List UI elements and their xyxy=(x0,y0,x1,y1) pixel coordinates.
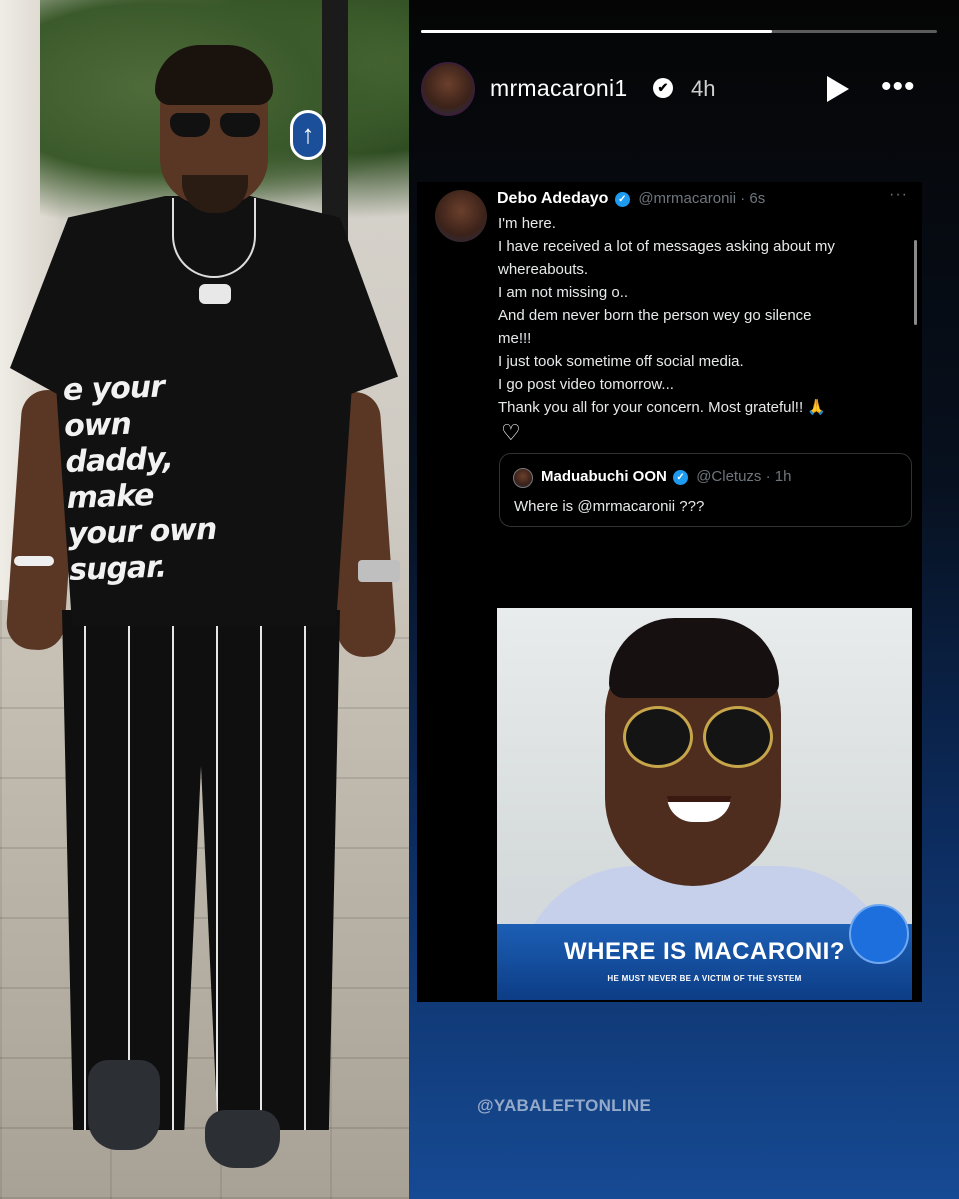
tweet-handle-time: @mrmacaronii · 6s xyxy=(638,190,766,207)
story-username[interactable]: mrmacaroni1 xyxy=(490,75,628,102)
necklace-pendant xyxy=(199,284,231,304)
shirt-line: own xyxy=(63,406,132,444)
story-progress-bar xyxy=(421,30,937,33)
quote-author-name: Maduabuchi OON xyxy=(541,468,667,485)
media-banner-subtitle: HE MUST NEVER BE A VICTIM OF THE SYSTEM xyxy=(607,974,802,983)
right-shoe xyxy=(205,1110,280,1168)
tweet-avatar xyxy=(435,190,487,242)
scrollbar xyxy=(914,240,917,325)
tweet-line: I have received a lot of messages asking… xyxy=(498,238,835,255)
tweet-line: whereabouts. xyxy=(498,261,589,278)
street-photo: ↑ e your own daddy, make your own sugar. xyxy=(0,0,409,1199)
shirt-line: sugar. xyxy=(68,549,167,588)
media-sunglasses xyxy=(623,706,773,768)
left-shoe xyxy=(88,1060,160,1150)
story-avatar[interactable] xyxy=(421,62,475,116)
tweet-line: I just took sometime off social media. xyxy=(498,353,744,370)
tweet-line: me!!! xyxy=(498,330,532,347)
tweet-author-name: Debo Adedayo xyxy=(497,190,609,207)
verified-check-icon: ✔ xyxy=(653,78,673,98)
person-hair xyxy=(155,45,273,105)
bracelet xyxy=(14,556,54,566)
quote-text: Where is @mrmacaronii ??? xyxy=(514,498,705,515)
tweet-author: Debo Adedayo ✓ @mrmacaronii · 6s xyxy=(497,190,765,208)
play-icon[interactable] xyxy=(827,76,849,102)
shirt-line: e your xyxy=(62,369,165,409)
shirt-print-text: e your own daddy, make your own sugar. xyxy=(62,367,239,589)
story-header: mrmacaroni1 ✔ 4h ••• xyxy=(421,58,937,118)
media-logo-badge-icon xyxy=(849,904,909,964)
quote-handle-time: @Cletuzs · 1h xyxy=(696,468,792,485)
quote-author: Maduabuchi OON ✓ @Cletuzs · 1h xyxy=(541,468,791,485)
tweet-line: Thank you all for your concern. Most gra… xyxy=(498,399,826,416)
instagram-story: mrmacaroni1 ✔ 4h ••• Debo Adedayo ✓ @mrm… xyxy=(409,0,959,1199)
shirt-line: your own xyxy=(67,511,217,552)
quote-avatar xyxy=(513,468,533,488)
heart-icon: ♡ xyxy=(501,420,521,445)
watermark: @YABALEFTONLINE xyxy=(477,1096,652,1115)
necklace xyxy=(172,198,256,278)
shirt-line: make xyxy=(66,477,154,516)
tweet-card: Debo Adedayo ✓ @mrmacaronii · 6s ··· I'm… xyxy=(417,182,922,1002)
tweet-text: I'm here. I have received a lot of messa… xyxy=(498,212,908,419)
one-way-sign-icon: ↑ xyxy=(290,110,326,160)
shirt-line: daddy, xyxy=(64,441,174,480)
story-timestamp: 4h xyxy=(691,76,716,101)
wristwatch xyxy=(358,560,400,582)
media-person-hair xyxy=(609,618,779,698)
tweet-more-icon: ··· xyxy=(889,186,908,203)
quoted-tweet: Maduabuchi OON ✓ @Cletuzs · 1h Where is … xyxy=(499,453,912,527)
more-options-icon[interactable]: ••• xyxy=(881,72,916,102)
tweet-line: I am not missing o.. xyxy=(498,284,629,301)
tweet-line: And dem never born the person wey go sil… xyxy=(498,307,812,324)
sunglasses xyxy=(170,113,260,139)
story-progress-fill xyxy=(421,30,772,33)
tweet-line: I'm here. xyxy=(498,215,556,232)
verified-badge-icon: ✓ xyxy=(673,470,689,485)
tweet-line: I go post video tomorrow... xyxy=(498,376,674,393)
tweet-media-image: WHERE IS MACARONI? HE MUST NEVER BE A VI… xyxy=(497,608,912,1000)
verified-badge-icon: ✓ xyxy=(614,192,630,207)
